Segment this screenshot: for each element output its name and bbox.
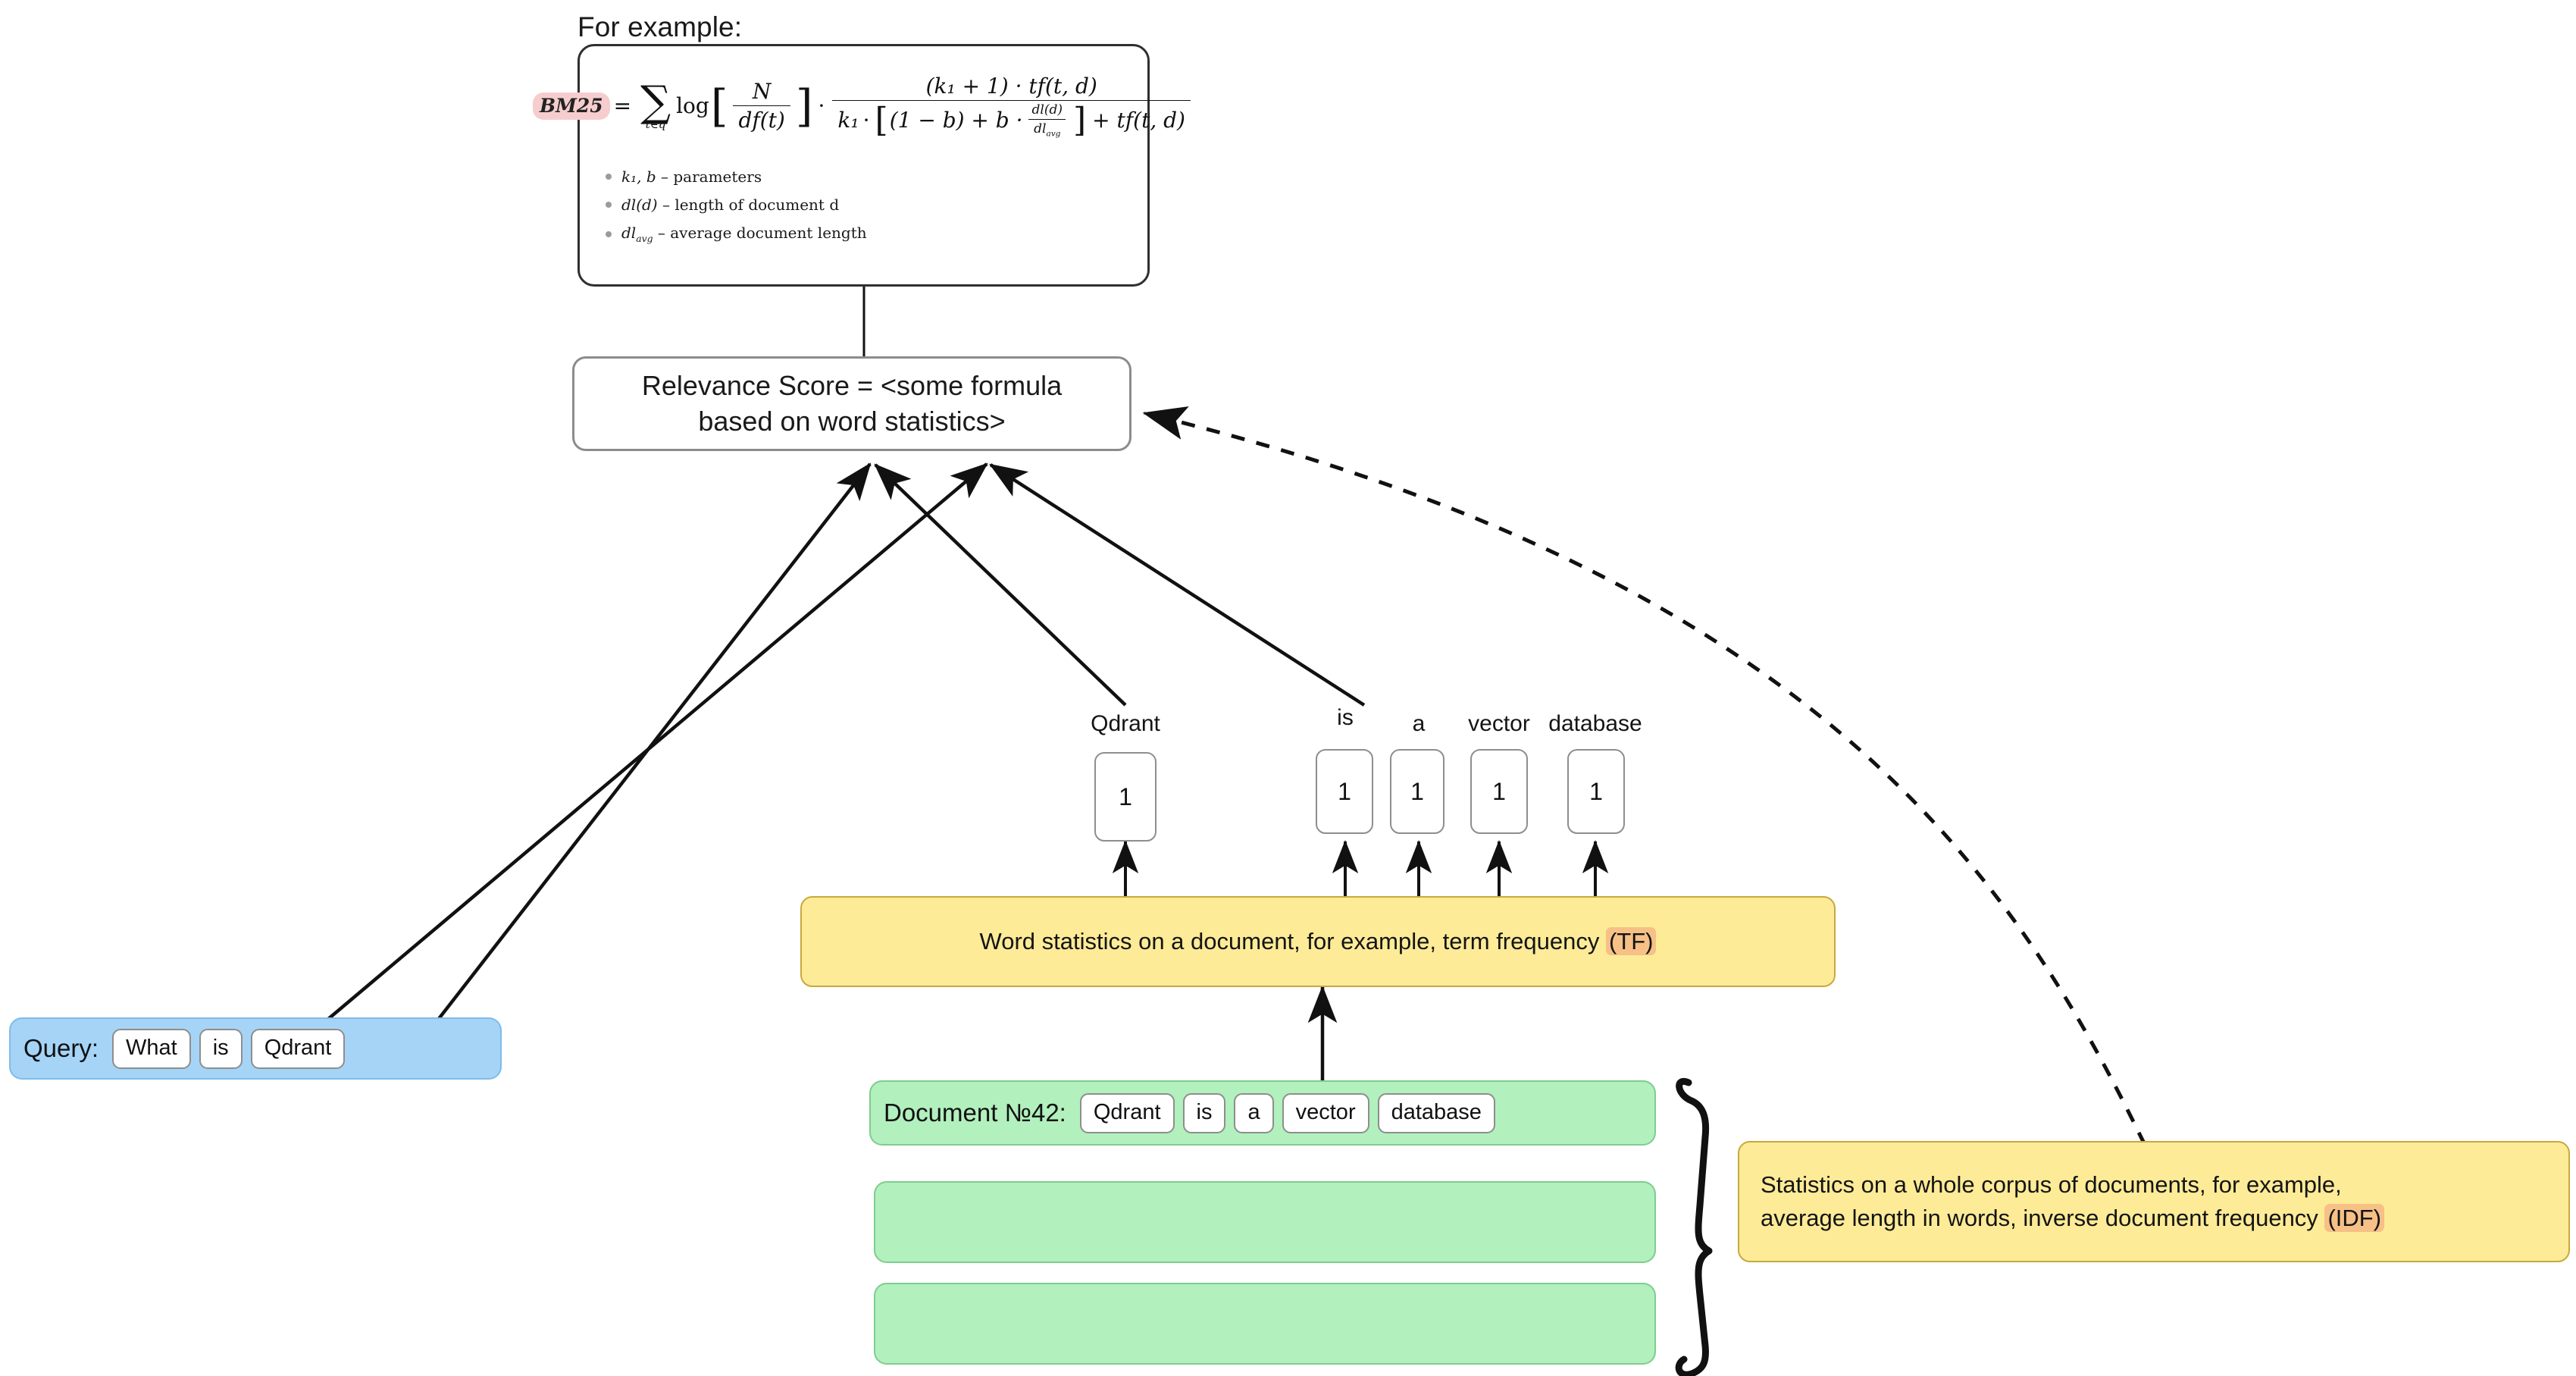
term-count-is: 1 <box>1316 749 1373 834</box>
term-count-qdrant: 1 <box>1094 752 1157 842</box>
document-row-placeholder[interactable] <box>874 1283 1656 1365</box>
document-stack-brace <box>1675 1077 1713 1376</box>
edge-term-is-to-relevance <box>989 463 1366 707</box>
document-token-is[interactable]: is <box>1182 1092 1226 1133</box>
tf-saturation-fraction: (k₁ + 1) · tf(t, d) k₁ · [ (1 − b) + b ·… <box>832 74 1191 138</box>
formula-log: log <box>676 93 709 119</box>
legend-item: k₁, b – parameters <box>606 169 867 184</box>
idf-box-highlight: (IDF) <box>2324 1204 2385 1232</box>
bullet-dot-icon <box>606 174 612 180</box>
idf-numerator: N <box>752 79 772 105</box>
bullet-dot-icon <box>606 202 612 208</box>
legend-item: dlavg – average document length <box>606 225 867 243</box>
edge-term-qdrant-to-relevance <box>874 463 1127 707</box>
tf-denominator: k₁ · [ (1 − b) + b · dl(d) dlavg ] + tf(… <box>832 100 1191 138</box>
query-token-qdrant[interactable]: Qdrant <box>250 1028 346 1069</box>
legend-text-1: length of document d <box>675 196 840 214</box>
term-label-database: database <box>1548 711 1642 736</box>
formula-legend: k₁, b – parameters dl(d) – length of doc… <box>606 169 867 256</box>
length-norm-fraction: dl(d) dlavg <box>1027 102 1068 138</box>
formula-dot-operator: · <box>818 93 825 119</box>
relevance-score-line-1: Relevance Score = <some formula <box>641 370 1063 402</box>
document-token-qdrant[interactable]: Qdrant <box>1079 1092 1175 1133</box>
legend-dash-0: – <box>661 168 669 186</box>
for-example-caption: For example: <box>577 11 743 42</box>
term-label-is: is <box>1337 705 1354 730</box>
bm25-formula: BM25 = ∑ t∈q log [ N df(t) ] · (k₁ + 1) … <box>533 74 1191 138</box>
document-token-database[interactable]: database <box>1377 1092 1495 1133</box>
formula-equals: = <box>613 93 632 119</box>
query-token-is[interactable]: is <box>199 1028 243 1069</box>
term-frequency-stat-box: Word statistics on a document, for examp… <box>800 896 1836 987</box>
query-row: Query: What is Qdrant <box>9 1017 502 1080</box>
bullet-dot-icon <box>606 231 612 238</box>
tf-denominator-tail: + tf(t, d) <box>1092 108 1185 133</box>
term-count-database: 1 <box>1567 749 1625 834</box>
query-label: Query: <box>23 1034 99 1062</box>
relevance-score-line-2: based on word statistics> <box>698 405 1006 437</box>
bracket-close-inner: ] <box>1073 101 1087 140</box>
idf-box-line-1: Statistics on a whole corpus of document… <box>1761 1171 2342 1198</box>
term-label-a: a <box>1412 711 1426 736</box>
tf-denominator-norm: (1 − b) + b · <box>889 108 1023 133</box>
legend-dash-1: – <box>662 196 670 214</box>
legend-dash-2: – <box>657 224 665 242</box>
idf-denominator: df(t) <box>733 105 790 133</box>
document-row: Document №42: Qdrant is a vector databas… <box>869 1080 1656 1146</box>
term-count-vector: 1 <box>1470 749 1528 834</box>
bracket-open-left: [ <box>710 80 728 132</box>
idf-fraction: N df(t) <box>733 79 790 133</box>
bm25-label: BM25 <box>533 92 610 120</box>
tf-box-text: Word statistics on a document, for examp… <box>979 927 1606 954</box>
legend-text-0: parameters <box>673 168 762 186</box>
legend-text-2: average document length <box>670 224 867 242</box>
legend-symbol-sub-2: avg <box>636 233 653 244</box>
legend-item: dl(d) – length of document d <box>606 197 867 212</box>
query-token-what[interactable]: What <box>112 1028 191 1069</box>
summation-symbol: ∑ t∈q <box>640 77 671 132</box>
tf-numerator: (k₁ + 1) · tf(t, d) <box>925 74 1097 99</box>
document-token-vector[interactable]: vector <box>1282 1092 1369 1133</box>
length-norm-numerator: dl(d) <box>1031 102 1063 118</box>
term-label-qdrant: Qdrant <box>1091 711 1160 736</box>
relevance-score-box: Relevance Score = <some formula based on… <box>572 356 1131 451</box>
inverse-document-frequency-stat-box: Statistics on a whole corpus of document… <box>1738 1141 2570 1262</box>
idf-box-line-2: average length in words, inverse documen… <box>1761 1205 2325 1231</box>
document-label: Document №42: <box>884 1099 1066 1127</box>
legend-symbol-1: dl(d) <box>621 196 658 214</box>
tf-denominator-k1: k₁ <box>837 108 859 133</box>
length-norm-denominator: dlavg <box>1028 119 1066 138</box>
summation-subscript: t∈q <box>645 118 666 132</box>
document-row-placeholder[interactable] <box>874 1181 1656 1263</box>
legend-symbol-2: dl <box>621 224 637 242</box>
tf-box-highlight: (TF) <box>1605 926 1657 955</box>
diagram-canvas: For example: BM25 = ∑ t∈q log [ N df(t) … <box>0 0 2576 1376</box>
bracket-open-inner: [ <box>875 101 888 140</box>
document-token-a[interactable]: a <box>1234 1092 1274 1133</box>
term-count-a: 1 <box>1390 749 1445 834</box>
edge-idf-to-relevance-dashed <box>1142 406 2147 1146</box>
bm25-formula-card: BM25 = ∑ t∈q log [ N df(t) ] · (k₁ + 1) … <box>533 44 1191 287</box>
bracket-close-left: ] <box>795 80 813 132</box>
legend-symbol-0: k₁, b <box>621 168 656 186</box>
